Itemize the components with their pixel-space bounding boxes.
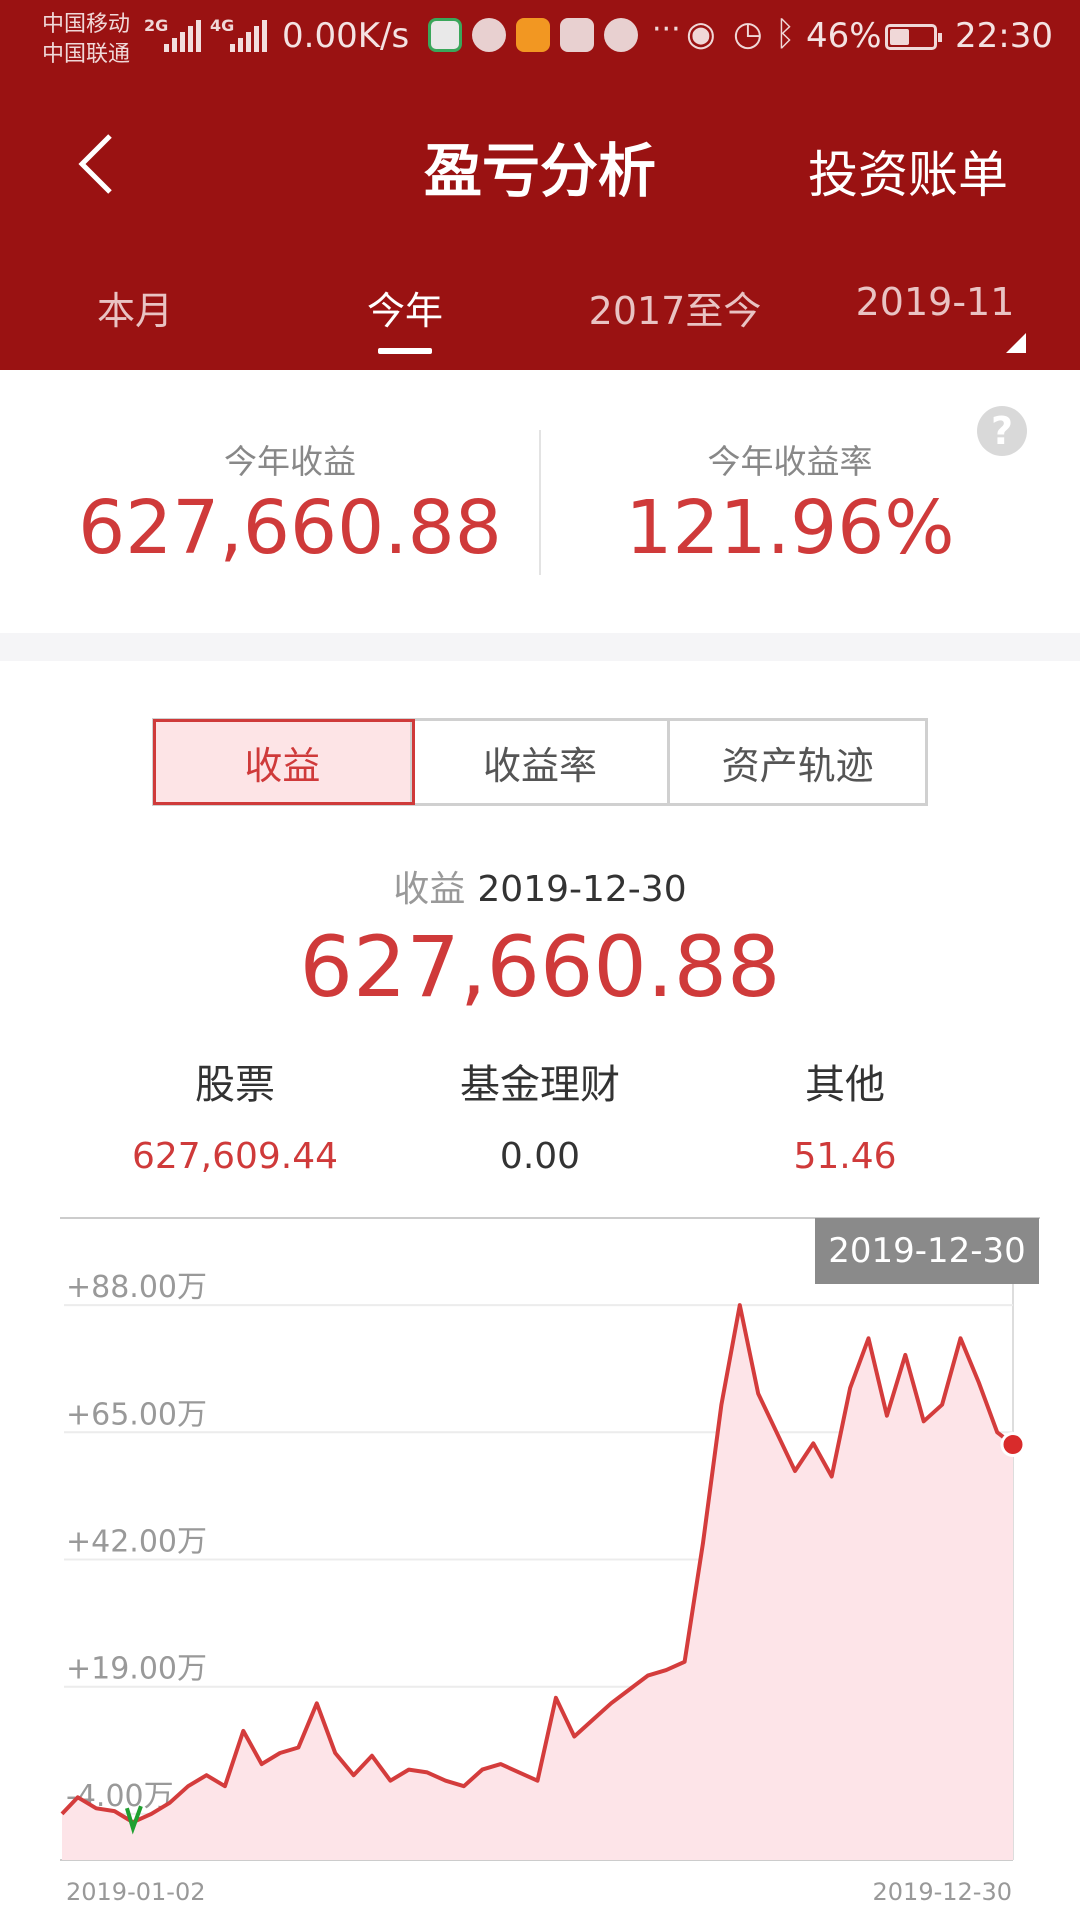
- period-tabs: 本月 今年 2017至今 2019-11: [0, 280, 1080, 370]
- chat-bubble-icon: [472, 18, 506, 52]
- net-speed: 0.00K/s: [282, 16, 410, 56]
- segment-profit[interactable]: 收益: [153, 719, 415, 805]
- segment-profit-rate[interactable]: 收益率: [412, 721, 671, 803]
- battery-percent: 46%: [806, 16, 882, 56]
- alarm-icon: ◷: [733, 14, 763, 54]
- video-app-icon: [516, 18, 550, 52]
- signal-2-icon: [230, 14, 267, 52]
- chart-tooltip-date: 2019-12-30: [815, 1218, 1039, 1284]
- profit-chart-svg: +88.00万+65.00万+42.00万+19.00万-4.00万2019-0…: [60, 1217, 1040, 1906]
- help-icon[interactable]: ?: [977, 406, 1027, 456]
- category-value: 51.46: [793, 1136, 897, 1177]
- year-profit-label: 今年收益: [224, 442, 356, 481]
- y-tick-label: +65.00万: [66, 1397, 207, 1432]
- detail-value: 627,660.88: [299, 918, 781, 1016]
- bank-app-icon: [428, 18, 462, 52]
- y-tick-label: +88.00万: [66, 1270, 207, 1305]
- more-notifications-icon: ···: [652, 12, 681, 47]
- category-stocks: 股票 627,609.44: [95, 1052, 375, 1177]
- category-name: 其他: [805, 1062, 885, 1108]
- profit-chart[interactable]: +88.00万 +65.00万 +42.00万 +19.00万 -4.00万 2019-0…: [0, 1210, 1080, 1920]
- carrier-1: 中国移动: [42, 12, 131, 37]
- chevron-left-icon: [78, 134, 112, 194]
- eye-comfort-icon: ◉: [686, 14, 716, 54]
- detail-header: 收益 2019-12-30: [0, 860, 1080, 912]
- carrier-labels: 中国移动 中国联通: [42, 10, 130, 70]
- category-value: 627,609.44: [131, 1136, 339, 1177]
- tab-month-picker[interactable]: 2019-11: [855, 280, 1015, 324]
- x-tick-label-start: 2019-01-02: [66, 1878, 205, 1906]
- battery-icon: [885, 24, 942, 50]
- investment-bill-link[interactable]: 投资账单: [808, 135, 1008, 207]
- carrier-2: 中国联通: [42, 42, 131, 67]
- category-name: 股票: [195, 1062, 275, 1108]
- detail-label: 收益: [393, 869, 466, 910]
- tab-since-2017[interactable]: 2017至今: [580, 280, 770, 335]
- x-tick-label-end: 2019-12-30: [873, 1878, 1012, 1906]
- y-tick-label: +19.00万: [66, 1652, 207, 1687]
- category-name: 基金理财: [460, 1062, 620, 1108]
- bluetooth-icon: ᛒ: [775, 14, 796, 54]
- active-tab-indicator: [378, 348, 432, 354]
- detail-date: 2019-12-30: [477, 869, 687, 910]
- section-gap: [0, 633, 1080, 661]
- y-tick-label: +42.00万: [66, 1525, 207, 1560]
- signal-1-icon: [164, 14, 201, 52]
- segment-asset-track[interactable]: 资产轨迹: [670, 721, 926, 803]
- category-breakdown: 股票 627,609.44 基金理财 0.00 其他 51.46: [0, 1052, 1080, 1182]
- category-funds: 基金理财 0.00: [400, 1052, 680, 1177]
- clock: 22:30: [955, 16, 1053, 56]
- shield-hand-icon: [560, 18, 594, 52]
- current-point-marker: [1000, 1431, 1026, 1457]
- tab-this-month[interactable]: 本月: [80, 280, 190, 335]
- back-button[interactable]: [72, 130, 120, 198]
- summary-panel: 今年收益 627,660.88 今年收益率 121.96% ?: [0, 370, 1080, 633]
- penguin-icon: [604, 18, 638, 52]
- chart-mode-selector: 收益 收益率 资产轨迹: [152, 718, 928, 806]
- category-value: 0.00: [499, 1136, 581, 1177]
- tab-this-year[interactable]: 今年: [350, 280, 460, 335]
- year-rate-value: 121.96%: [625, 485, 955, 571]
- status-bar: 中国移动 中国联通 2G 4G 0.00K/s ··· ◉ ◷ ᛒ 46% 22…: [0, 0, 1080, 75]
- dropdown-corner-icon: [1006, 333, 1026, 353]
- year-profit-value: 627,660.88: [78, 485, 502, 571]
- header-bar: 中国移动 中国联通 2G 4G 0.00K/s ··· ◉ ◷ ᛒ 46% 22…: [0, 0, 1080, 370]
- category-other: 其他 51.46: [705, 1052, 985, 1177]
